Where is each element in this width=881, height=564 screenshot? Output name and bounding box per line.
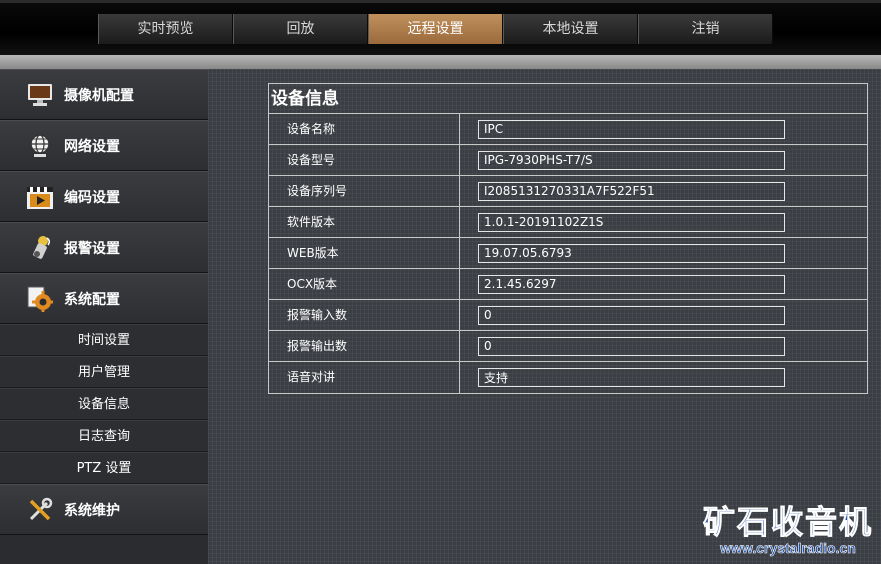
tab-remote-settings[interactable]: 远程设置 (368, 14, 503, 44)
top-nav-bar: 实时预览 回放 远程设置 本地设置 注销 (0, 0, 881, 55)
tools-icon (26, 496, 54, 524)
tab-logout[interactable]: 注销 (638, 14, 773, 44)
main-content: 设备信息 设备名称 设备型号 设备序列号 软件版本 WEB版本 OCX版本 报警… (208, 69, 881, 564)
alarm-icon (26, 234, 54, 262)
web-version-label: WEB版本 (269, 238, 460, 268)
sidebar-item-alarm[interactable]: 报警设置 (0, 222, 208, 273)
monitor-icon (26, 81, 54, 109)
software-version-label: 软件版本 (269, 207, 460, 237)
alarm-output-count-field[interactable] (478, 336, 785, 356)
sidebar-item-label: 编码设置 (64, 189, 120, 206)
device-name-label: 设备名称 (269, 114, 460, 144)
sidebar-item-label: 系统维护 (64, 502, 120, 519)
table-row: 语音对讲 (269, 362, 867, 393)
alarm-input-count-label: 报警输入数 (269, 300, 460, 330)
sidebar-subitem-ptz-settings[interactable]: PTZ 设置 (0, 452, 208, 484)
sidebar-subitem-log-query[interactable]: 日志查询 (0, 420, 208, 452)
sidebar: 摄像机配置 网络设置 编码设置 报警设置 系统配置 时间设置 用户管理 设备信息… (0, 69, 208, 564)
device-model-label: 设备型号 (269, 145, 460, 175)
sidebar-item-camera-config[interactable]: 摄像机配置 (0, 69, 208, 120)
sidebar-subitem-device-info[interactable]: 设备信息 (0, 388, 208, 420)
alarm-input-count-field[interactable] (478, 305, 785, 325)
voice-intercom-label: 语音对讲 (269, 362, 460, 393)
table-row: 设备序列号 (269, 176, 867, 207)
web-version-field[interactable] (478, 243, 785, 263)
table-row: WEB版本 (269, 238, 867, 269)
table-row: 软件版本 (269, 207, 867, 238)
tab-local-settings[interactable]: 本地设置 (503, 14, 638, 44)
table-row: 设备型号 (269, 145, 867, 176)
table-row: 报警输入数 (269, 300, 867, 331)
sidebar-item-encoding[interactable]: 编码设置 (0, 171, 208, 222)
tab-playback[interactable]: 回放 (233, 14, 368, 44)
sidebar-item-system-config[interactable]: 系统配置 (0, 273, 208, 324)
watermark-url: www.crystalradio.cn (720, 540, 856, 557)
sidebar-item-system-maintenance[interactable]: 系统维护 (0, 484, 208, 535)
sidebar-item-label: 摄像机配置 (64, 87, 134, 104)
top-strip (0, 0, 881, 3)
sidebar-item-network[interactable]: 网络设置 (0, 120, 208, 171)
watermark: 矿石收音机 www.crystalradio.cn (702, 503, 873, 557)
device-info-table: 设备信息 设备名称 设备型号 设备序列号 软件版本 WEB版本 OCX版本 报警… (268, 83, 868, 394)
sidebar-item-label: 系统配置 (64, 291, 120, 308)
device-model-field[interactable] (478, 150, 785, 170)
table-row: 报警输出数 (269, 331, 867, 362)
sidebar-subitem-user-management[interactable]: 用户管理 (0, 356, 208, 388)
sidebar-subitem-time-settings[interactable]: 时间设置 (0, 324, 208, 356)
serial-number-label: 设备序列号 (269, 176, 460, 206)
header-divider (0, 55, 881, 69)
table-row: OCX版本 (269, 269, 867, 300)
table-row: 设备名称 (269, 114, 867, 145)
system-gear-icon (26, 285, 54, 313)
alarm-output-count-label: 报警输出数 (269, 331, 460, 361)
voice-intercom-field[interactable] (478, 368, 785, 387)
page-title: 设备信息 (269, 84, 867, 114)
sidebar-item-label: 报警设置 (64, 240, 120, 257)
globe-icon (26, 132, 54, 160)
video-clapper-icon (26, 183, 54, 211)
device-name-field[interactable] (478, 119, 785, 139)
serial-number-field[interactable] (478, 181, 785, 201)
software-version-field[interactable] (478, 212, 785, 232)
nav-tabs: 实时预览 回放 远程设置 本地设置 注销 (98, 14, 773, 44)
tab-live-preview[interactable]: 实时预览 (98, 14, 233, 44)
ocx-version-field[interactable] (478, 274, 785, 294)
sidebar-item-label: 网络设置 (64, 138, 120, 155)
ocx-version-label: OCX版本 (269, 269, 460, 299)
watermark-title: 矿石收音机 (702, 503, 873, 541)
